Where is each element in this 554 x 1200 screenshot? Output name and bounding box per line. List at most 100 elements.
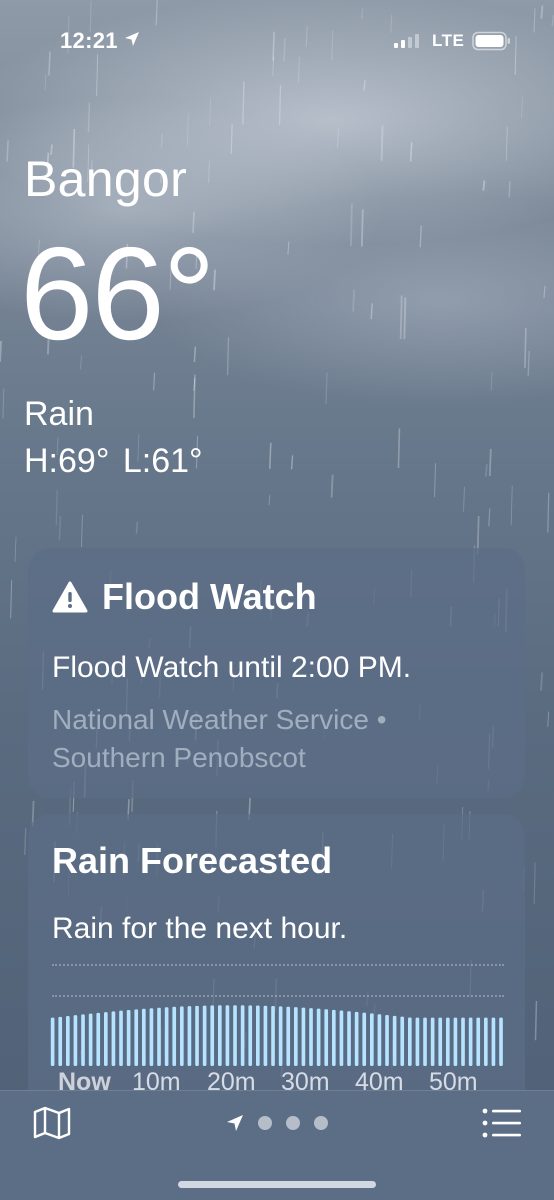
rain-streak	[508, 181, 511, 198]
chart-gridline	[52, 964, 504, 966]
precipitation-bar	[172, 1006, 177, 1066]
network-type: LTE	[432, 31, 465, 50]
precipitation-chart	[50, 1005, 503, 1066]
precipitation-bar	[446, 1017, 450, 1066]
rain-streak	[226, 337, 230, 376]
precipitation-bar	[104, 1012, 108, 1066]
precipitation-bar	[400, 1016, 405, 1066]
rain-streak	[268, 442, 272, 469]
precipitation-bar	[248, 1005, 253, 1066]
rain-streak	[2, 388, 5, 419]
rain-streak	[160, 133, 163, 148]
rain-streak	[87, 102, 91, 133]
rain-streak	[330, 474, 334, 498]
precipitation-bar	[499, 1017, 503, 1066]
precipitation-bar	[119, 1010, 123, 1066]
rain-streak	[510, 485, 513, 526]
high-low-temperature: H:69° L:61°	[24, 442, 203, 480]
rain-streak	[533, 862, 536, 905]
flood-watch-message: Flood Watch until 2:00 PM.	[52, 651, 412, 684]
page-dot[interactable]	[258, 1116, 272, 1130]
precipitation-bar	[263, 1005, 268, 1066]
rain-streak	[242, 81, 245, 125]
chart-gridline	[52, 995, 504, 997]
rain-streak	[419, 225, 422, 248]
precipitation-bar	[88, 1013, 93, 1066]
precipitation-bar	[453, 1017, 458, 1066]
home-indicator	[178, 1181, 376, 1188]
precipitation-bar	[286, 1006, 291, 1066]
precipitation-bar	[81, 1014, 85, 1066]
rain-streak	[543, 285, 546, 298]
rain-streak	[58, 516, 62, 541]
rain-streak	[287, 241, 290, 255]
rain-streak	[24, 828, 27, 855]
precipitation-bar	[430, 1017, 435, 1066]
precipitation-bar	[362, 1012, 367, 1066]
precipitation-bar	[180, 1006, 184, 1066]
status-bar: 12:21 LTE	[0, 0, 554, 80]
rain-streak	[363, 80, 366, 91]
rain-streak	[207, 160, 211, 183]
rain-streak	[490, 372, 493, 391]
flood-watch-source: National Weather Service • Southern Peno…	[52, 704, 387, 773]
page-indicator[interactable]	[226, 1113, 342, 1133]
rain-streak	[434, 463, 436, 497]
page-dot[interactable]	[314, 1116, 328, 1130]
page-dot[interactable]	[286, 1116, 300, 1130]
precipitation-bar	[202, 1005, 207, 1066]
rain-streak	[527, 350, 530, 376]
rain-streak	[55, 489, 58, 526]
precipitation-bar	[233, 1005, 237, 1066]
precipitation-bar	[195, 1005, 199, 1066]
rain-streak	[193, 374, 196, 418]
rain-streak	[484, 464, 488, 477]
rain-streak	[186, 113, 189, 147]
warning-triangle-icon	[52, 581, 88, 613]
list-icon[interactable]	[482, 1107, 522, 1139]
rain-forecast-card[interactable]: Rain Forecasted Rain for the next hour. …	[28, 814, 525, 1114]
precipitation-bar	[96, 1012, 101, 1066]
precipitation-bar	[126, 1009, 131, 1066]
status-time: 12:21	[60, 28, 118, 53]
rain-streak	[370, 303, 373, 320]
precipitation-bar	[50, 1017, 55, 1066]
location-arrow-icon	[125, 32, 139, 46]
precipitation-bar	[66, 1015, 70, 1066]
precipitation-bar	[491, 1017, 496, 1066]
rain-streak	[409, 142, 413, 162]
rain-streak	[534, 1000, 538, 1041]
precipitation-bar	[316, 1008, 321, 1066]
precipitation-bar	[408, 1017, 412, 1066]
precipitation-bar	[301, 1007, 306, 1066]
rain-streak	[547, 711, 550, 727]
precipitation-bar	[332, 1009, 336, 1066]
precipitation-bar	[461, 1017, 465, 1066]
precipitation-bar	[164, 1007, 169, 1066]
precipitation-bar	[309, 1008, 313, 1066]
precipitation-bar	[438, 1017, 443, 1066]
precipitation-bar	[339, 1010, 344, 1066]
rain-streak	[80, 514, 83, 548]
precipitation-bar	[484, 1017, 488, 1066]
precipitation-bar	[468, 1017, 473, 1066]
flood-watch-card[interactable]: Flood Watch Flood Watch until 2:00 PM. N…	[28, 548, 525, 798]
rain-streak	[540, 672, 543, 691]
precipitation-bar	[240, 1005, 245, 1066]
precipitation-bar	[134, 1009, 139, 1066]
precipitation-bar	[73, 1015, 78, 1066]
map-icon[interactable]	[32, 1105, 72, 1141]
precipitation-bar	[278, 1006, 283, 1066]
location-arrow-icon	[227, 1115, 243, 1131]
rain-streak	[152, 372, 156, 391]
rain-streak	[0, 341, 2, 362]
city-name: Bangor	[24, 151, 188, 207]
precipitation-bar	[210, 1005, 215, 1066]
precipitation-bar	[111, 1011, 116, 1066]
rain-streak	[360, 209, 364, 247]
precipitation-bar	[324, 1009, 329, 1066]
rain-streak	[524, 327, 527, 368]
rain-streak	[352, 289, 356, 312]
rain-streak	[268, 495, 271, 506]
battery-icon	[472, 31, 510, 51]
